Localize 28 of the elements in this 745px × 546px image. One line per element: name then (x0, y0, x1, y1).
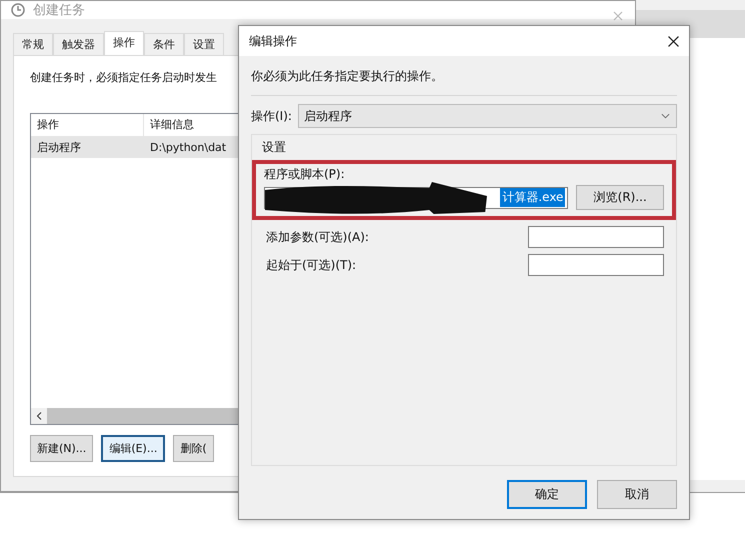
tab[interactable]: 常规 (13, 33, 53, 55)
description-text: 创建任务时，必须指定任务启动时发生 (30, 70, 217, 85)
action-dropdown[interactable]: 启动程序 (298, 104, 677, 128)
dialog-button[interactable]: 确定 (507, 480, 587, 509)
input-field[interactable] (528, 226, 664, 248)
tab[interactable]: 条件 (144, 33, 184, 55)
dialog-title: 编辑操作 (249, 32, 297, 50)
action-button[interactable]: 编辑(E)... (101, 435, 166, 462)
action-button[interactable]: 新建(N)... (30, 435, 94, 462)
tab[interactable]: 操作 (104, 31, 144, 55)
browse-button[interactable]: 浏览(R)... (576, 185, 664, 210)
close-icon[interactable] (668, 36, 679, 46)
chevron-down-icon (661, 113, 670, 119)
tab[interactable]: 设置 (184, 33, 224, 55)
input-field[interactable] (528, 254, 664, 276)
field-label: 起始于(可选)(T): (266, 256, 356, 274)
dialog-button[interactable]: 取消 (597, 480, 677, 509)
column-header[interactable]: 操作 (31, 114, 143, 136)
instruction-text: 你必须为此任务指定要执行的操作。 (251, 68, 677, 96)
scroll-left-icon[interactable] (36, 412, 42, 420)
group-label: 设置 (262, 139, 287, 156)
action-button[interactable]: 删除( (173, 435, 214, 462)
field-label: 程序或脚本(P): (264, 166, 346, 183)
table-cell-text: 启动程序 (36, 140, 82, 154)
tab[interactable]: 触发器 (53, 33, 104, 55)
field-label: 添加参数(可选)(A): (266, 228, 369, 246)
window-title: 创建任务 (33, 2, 85, 19)
clock-icon (11, 3, 25, 17)
